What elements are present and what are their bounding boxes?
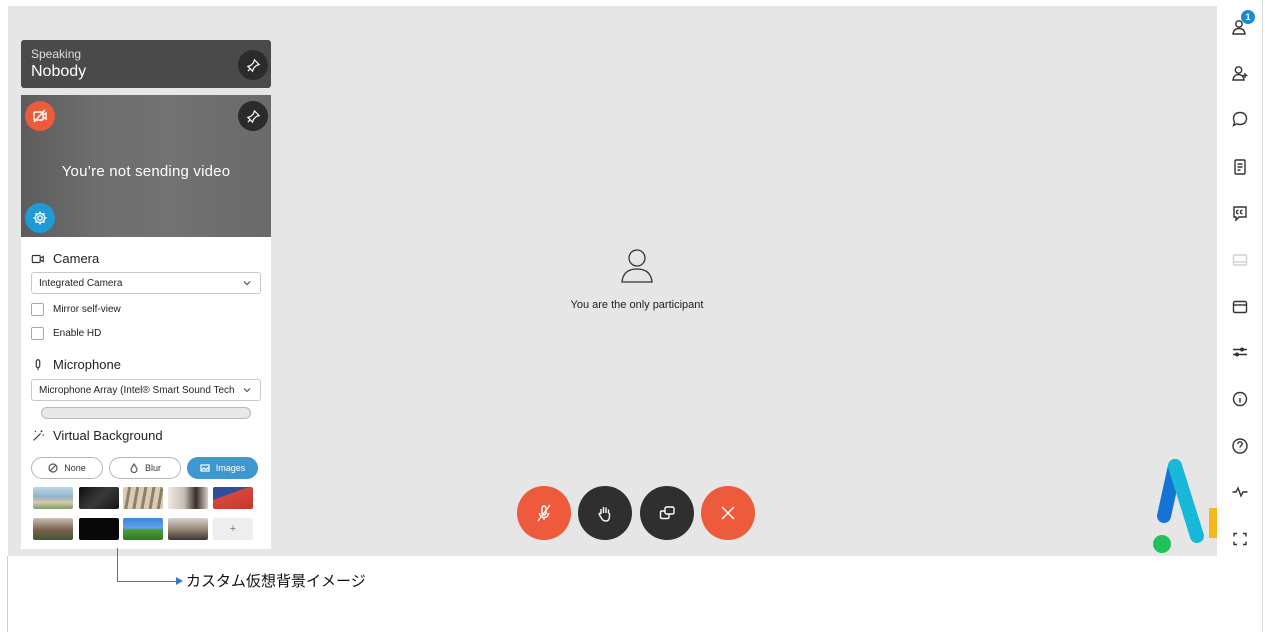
background-thumbnail-abstract[interactable] <box>213 487 253 509</box>
enable-hd-option[interactable]: Enable HD <box>31 327 101 340</box>
background-thumbnail-room[interactable] <box>168 518 208 540</box>
pin-button[interactable] <box>238 101 268 131</box>
help-icon <box>1232 438 1248 454</box>
callout-line <box>117 548 118 582</box>
no-symbol-icon <box>48 463 58 473</box>
microphone-level-meter <box>41 407 251 419</box>
chevron-down-icon <box>242 278 252 288</box>
hand-icon <box>598 507 611 522</box>
image-icon <box>200 464 210 472</box>
microphone-muted-icon <box>537 504 551 522</box>
document-icon <box>1234 159 1246 175</box>
self-view-video: You’re not sending video <box>21 95 271 237</box>
virtual-background-heading: Virtual Background <box>53 428 163 443</box>
meeting-info-button[interactable] <box>1227 386 1253 412</box>
vb-blur-button[interactable]: Blur <box>109 457 181 479</box>
fullscreen-icon <box>1233 532 1247 546</box>
vb-images-button[interactable]: Images <box>187 457 258 479</box>
vb-none-label: None <box>64 463 86 473</box>
background-thumbnail-hills[interactable] <box>123 518 163 540</box>
magic-wand-icon <box>33 429 44 441</box>
frame-border <box>7 556 8 632</box>
vb-blur-label: Blur <box>144 463 161 473</box>
vb-images-label: Images <box>215 463 246 473</box>
frame-border <box>1262 0 1263 632</box>
microphone-icon <box>35 358 41 370</box>
mirror-self-view-option[interactable]: Mirror self-view <box>31 303 121 316</box>
fullscreen-button[interactable] <box>1227 526 1253 552</box>
callout-line <box>117 581 177 582</box>
video-status-text: You’re not sending video <box>61 163 231 180</box>
chat-icon <box>1232 111 1248 127</box>
brand-logo <box>1151 456 1219 556</box>
share-icon <box>659 506 675 520</box>
stop-video-button[interactable] <box>25 101 55 131</box>
mute-button[interactable] <box>517 486 571 540</box>
notes-button[interactable] <box>1227 154 1253 180</box>
background-thumbnail-landscape[interactable] <box>33 518 73 540</box>
microphone-select[interactable]: Microphone Array (Intel® Smart Sound Tec… <box>31 379 261 401</box>
closed-captions-icon <box>1233 206 1247 222</box>
pin-button[interactable] <box>238 50 268 80</box>
microphone-section-heading: Microphone <box>31 357 121 372</box>
mirror-self-view-checkbox[interactable] <box>31 303 44 316</box>
mirror-self-view-label: Mirror self-view <box>53 304 121 315</box>
add-background-button[interactable]: + <box>213 518 253 540</box>
leave-meeting-button[interactable] <box>701 486 755 540</box>
settings-sliders-button[interactable] <box>1227 339 1253 365</box>
enable-hd-label: Enable HD <box>53 328 102 339</box>
participants-count-badge: 1 <box>1241 10 1255 24</box>
network-health-button[interactable] <box>1227 479 1253 505</box>
camera-select-value: Integrated Camera <box>39 277 123 289</box>
whiteboard-button[interactable] <box>1227 247 1253 273</box>
enable-hd-checkbox[interactable] <box>31 327 44 340</box>
microphone-heading: Microphone <box>53 357 121 372</box>
gear-icon <box>33 211 47 225</box>
callout-label: カスタム仮想背景イメージ <box>186 572 366 590</box>
callout-arrow-icon <box>176 577 183 585</box>
layout-button[interactable] <box>1227 294 1253 320</box>
person-icon <box>617 244 657 284</box>
close-icon <box>721 506 735 520</box>
background-thumbnail-interior[interactable] <box>123 487 163 509</box>
speaking-label: Speaking <box>31 47 82 61</box>
virtual-background-heading-row: Virtual Background <box>31 428 163 443</box>
invite-button[interactable] <box>1227 60 1253 86</box>
add-person-icon <box>1232 66 1248 81</box>
microphone-select-value: Microphone Array (Intel® Smart Sound Tec… <box>39 384 235 396</box>
camera-select[interactable]: Integrated Camera <box>31 272 261 294</box>
camera-icon <box>31 254 44 263</box>
background-thumbnail-office[interactable] <box>168 487 208 509</box>
camera-section-heading: Camera <box>31 251 99 266</box>
activity-icon <box>1232 486 1248 498</box>
background-thumbnail-dark-texture[interactable] <box>79 487 119 509</box>
whiteboard-icon <box>1232 254 1248 266</box>
background-thumbnail-beach[interactable] <box>33 487 73 509</box>
participants-button[interactable]: 1 <box>1227 10 1255 40</box>
right-sidebar: 1 <box>1217 0 1262 560</box>
video-settings-button[interactable] <box>25 203 55 233</box>
droplet-icon <box>130 463 138 473</box>
chat-button[interactable] <box>1227 106 1253 132</box>
sliders-icon <box>1233 347 1247 357</box>
share-screen-button[interactable] <box>640 486 694 540</box>
pin-icon <box>246 109 260 123</box>
background-thumbnail-lights[interactable] <box>79 518 119 540</box>
active-speaker-card: Speaking Nobody <box>21 40 271 88</box>
only-participant-message: You are the only participant <box>570 299 704 311</box>
add-background-label: + <box>229 523 237 535</box>
vb-none-button[interactable]: None <box>31 457 103 479</box>
camera-heading: Camera <box>53 251 100 266</box>
video-settings-panel: Camera Integrated Camera Mirror self-vie… <box>21 237 271 549</box>
chevron-down-icon <box>242 385 252 395</box>
speaker-name: Nobody <box>31 63 87 80</box>
raise-hand-button[interactable] <box>578 486 632 540</box>
video-off-icon <box>33 109 47 123</box>
help-button[interactable] <box>1227 433 1253 459</box>
layout-icon <box>1232 300 1248 314</box>
pin-icon <box>246 58 260 72</box>
closed-captions-button[interactable] <box>1227 200 1253 226</box>
info-icon <box>1232 391 1248 407</box>
